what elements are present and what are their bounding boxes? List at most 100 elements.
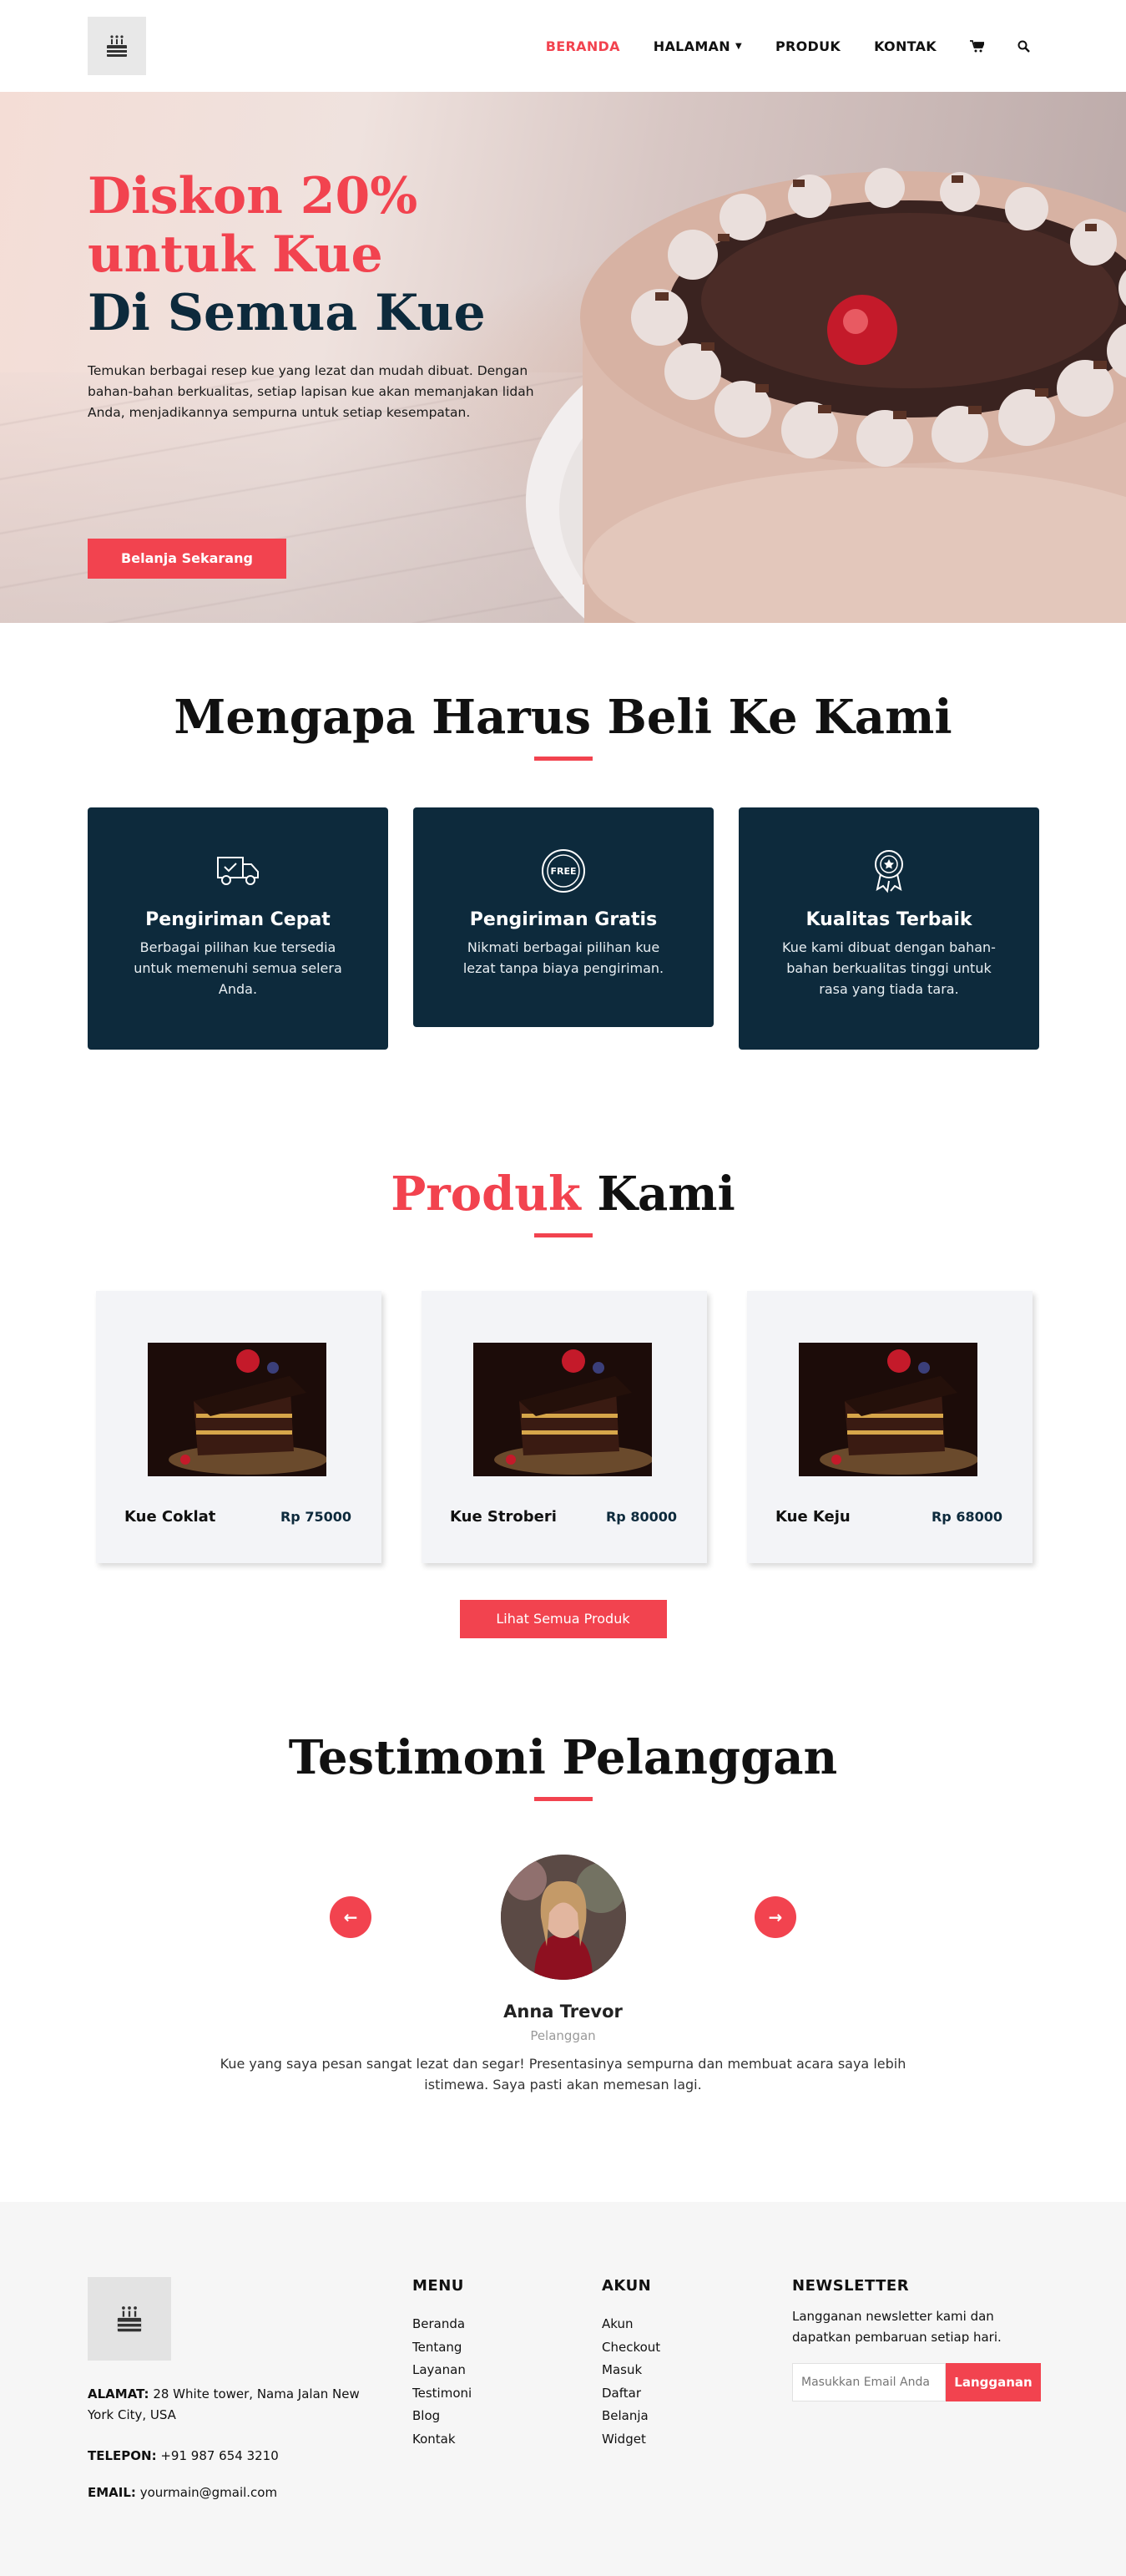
product-price: Rp 68000 xyxy=(931,1509,1002,1525)
nav-beranda[interactable]: BERANDA xyxy=(546,38,620,54)
product-card[interactable]: Kue Stroberi Rp 80000 xyxy=(422,1291,707,1563)
cart-icon[interactable] xyxy=(970,39,984,53)
nav-halaman[interactable]: HALAMAN ▼ xyxy=(654,38,742,54)
footer-menu-title: MENU xyxy=(412,2277,464,2295)
footer-menu-link[interactable]: Tentang xyxy=(412,2336,472,2360)
product-image[interactable] xyxy=(799,1343,977,1476)
product-image[interactable] xyxy=(148,1343,326,1476)
chevron-down-icon: ▼ xyxy=(735,41,742,51)
testimonial-quote: Kue yang saya pesan sangat lezat dan seg… xyxy=(220,2056,906,2093)
cake-logo-icon xyxy=(117,2306,142,2332)
product-name: Kue Keju xyxy=(775,1508,851,1526)
product-name: Kue Stroberi xyxy=(450,1508,557,1526)
feature-description: Berbagai pilihan kue tersedia untuk meme… xyxy=(134,939,342,997)
footer-account-link[interactable]: Widget xyxy=(602,2428,660,2452)
delivery-truck-icon xyxy=(129,846,346,896)
feature-list: Pengiriman Cepat Berbagai pilihan kue te… xyxy=(88,807,1126,1050)
hero-title-line-2: untuk Kue xyxy=(88,225,383,284)
main-nav: BERANDA HALAMAN ▼ PRODUK KONTAK xyxy=(546,0,1030,92)
feature-description: Kue kami dibuat dengan bahan-bahan berku… xyxy=(782,939,996,997)
phone-label: TELEPON: xyxy=(88,2448,157,2463)
product-grid: Kue Coklat Rp 75000 Kue Stroberi Rp 8000… xyxy=(96,1291,1126,1563)
product-image[interactable] xyxy=(473,1343,652,1476)
products-title: Produk Kami xyxy=(0,1167,1126,1222)
products-title-dark: Kami xyxy=(580,1167,735,1222)
feature-title: Pengiriman Gratis xyxy=(469,909,658,930)
why-section: Mengapa Harus Beli Ke Kami Pengiriman Ce… xyxy=(0,623,1126,1730)
footer-logo[interactable] xyxy=(88,2277,171,2361)
footer-account-link[interactable]: Daftar xyxy=(602,2382,660,2406)
free-badge-icon: FREE xyxy=(455,846,672,896)
footer-menu-link[interactable]: Testimoni xyxy=(412,2382,472,2406)
newsletter-text: Langganan newsletter kami dan dapatkan p… xyxy=(792,2309,1002,2345)
email-label: EMAIL: xyxy=(88,2485,136,2500)
product-name: Kue Coklat xyxy=(124,1508,216,1526)
feature-card: Pengiriman Cepat Berbagai pilihan kue te… xyxy=(88,807,388,1050)
title-underline xyxy=(533,1233,593,1237)
footer-newsletter: NEWSLETTER Langganan newsletter kami dan… xyxy=(792,2277,1043,2401)
footer-account: AKUN Akun Checkout Masuk Daftar Belanja … xyxy=(602,2277,660,2451)
footer-address: ALAMAT: 28 White tower, Nama Jalan New Y… xyxy=(88,2384,371,2426)
nav-produk[interactable]: PRODUK xyxy=(775,38,841,54)
testimonial-name: Anna Trevor xyxy=(503,2002,623,2022)
footer-menu-link[interactable]: Blog xyxy=(412,2405,472,2428)
footer-menu: MENU Beranda Tentang Layanan Testimoni B… xyxy=(412,2277,472,2451)
hero-title-line-3: Di Semua Kue xyxy=(88,284,486,342)
newsletter-form: Langganan xyxy=(792,2363,1043,2401)
testimonials-title: Testimoni Pelanggan xyxy=(288,1730,838,1785)
hero-banner: Diskon 20% untuk Kue Di Semua Kue Temuka… xyxy=(0,92,1126,623)
product-price: Rp 80000 xyxy=(605,1509,677,1525)
feature-title: Pengiriman Cepat xyxy=(145,909,331,930)
email-value: yourmain@gmail.com xyxy=(135,2485,278,2500)
avatar xyxy=(501,1855,626,1980)
testimonial-carousel: ← → xyxy=(0,1855,1126,1980)
products-title-red: Produk xyxy=(391,1167,581,1222)
nav-kontak[interactable]: KONTAK xyxy=(874,38,937,54)
footer-account-link[interactable]: Akun xyxy=(602,2313,660,2336)
address-label: ALAMAT: xyxy=(88,2386,149,2401)
hero-cake-image xyxy=(526,168,1126,623)
footer-phone: TELEPON: +91 987 654 3210 xyxy=(88,2446,371,2467)
phone-value: +91 987 654 3210 xyxy=(156,2448,279,2463)
hero-description: Temukan berbagai resep kue yang lezat da… xyxy=(88,363,534,420)
testimonial-role: Pelanggan xyxy=(530,2028,596,2043)
hero-title-line-1: Diskon 20% xyxy=(88,167,418,225)
newsletter-title: NEWSLETTER xyxy=(792,2277,910,2295)
search-icon[interactable] xyxy=(1017,40,1030,53)
footer-account-link[interactable]: Masuk xyxy=(602,2359,660,2382)
svg-text:FREE: FREE xyxy=(550,866,576,877)
cake-logo-icon xyxy=(107,35,127,57)
testimonials-section: Testimoni Pelanggan ← → Anna Trevor Pela… xyxy=(0,1730,1126,2202)
products-section: Produk Kami Kue Coklat Rp 75000 Kue Stro… xyxy=(0,1167,1126,1638)
product-price: Rp 75000 xyxy=(280,1509,351,1525)
hero-title: Diskon 20% untuk Kue Di Semua Kue xyxy=(88,167,572,342)
footer-account-link[interactable]: Checkout xyxy=(602,2336,660,2360)
footer-account-link[interactable]: Belanja xyxy=(602,2405,660,2428)
title-underline xyxy=(533,1797,593,1801)
hero-text-block: Diskon 20% untuk Kue Di Semua Kue Temuka… xyxy=(88,167,572,423)
product-card[interactable]: Kue Coklat Rp 75000 xyxy=(96,1291,381,1563)
footer-menu-link[interactable]: Kontak xyxy=(412,2428,472,2452)
subscribe-button[interactable]: Langganan xyxy=(946,2363,1041,2401)
footer-menu-link[interactable]: Layanan xyxy=(412,2359,472,2382)
footer-account-title: AKUN xyxy=(602,2277,652,2295)
title-underline xyxy=(533,757,593,761)
next-arrow-button[interactable]: → xyxy=(755,1896,796,1938)
feature-description: Nikmati berbagai pilihan kue lezat tanpa… xyxy=(462,939,664,976)
product-card[interactable]: Kue Keju Rp 68000 xyxy=(747,1291,1033,1563)
site-header: BERANDA HALAMAN ▼ PRODUK KONTAK xyxy=(0,0,1126,92)
footer-menu-link[interactable]: Beranda xyxy=(412,2313,472,2336)
view-all-products-button[interactable]: Lihat Semua Produk xyxy=(459,1600,667,1638)
site-footer: ALAMAT: 28 White tower, Nama Jalan New Y… xyxy=(0,2202,1126,2576)
nav-halaman-label: HALAMAN xyxy=(653,38,730,54)
feature-card: Kualitas Terbaik Kue kami dibuat dengan … xyxy=(739,807,1039,1050)
quality-award-icon xyxy=(780,846,997,896)
site-logo[interactable] xyxy=(88,17,146,75)
footer-email: EMAIL: yourmain@gmail.com xyxy=(88,2482,371,2503)
feature-card: FREE Pengiriman Gratis Nikmati berbagai … xyxy=(413,807,714,1027)
prev-arrow-button[interactable]: ← xyxy=(330,1896,371,1938)
newsletter-email-input[interactable] xyxy=(792,2363,946,2401)
why-title: Mengapa Harus Beli Ke Kami xyxy=(174,690,952,745)
feature-title: Kualitas Terbaik xyxy=(805,909,972,930)
shop-now-button[interactable]: Belanja Sekarang xyxy=(88,539,286,579)
